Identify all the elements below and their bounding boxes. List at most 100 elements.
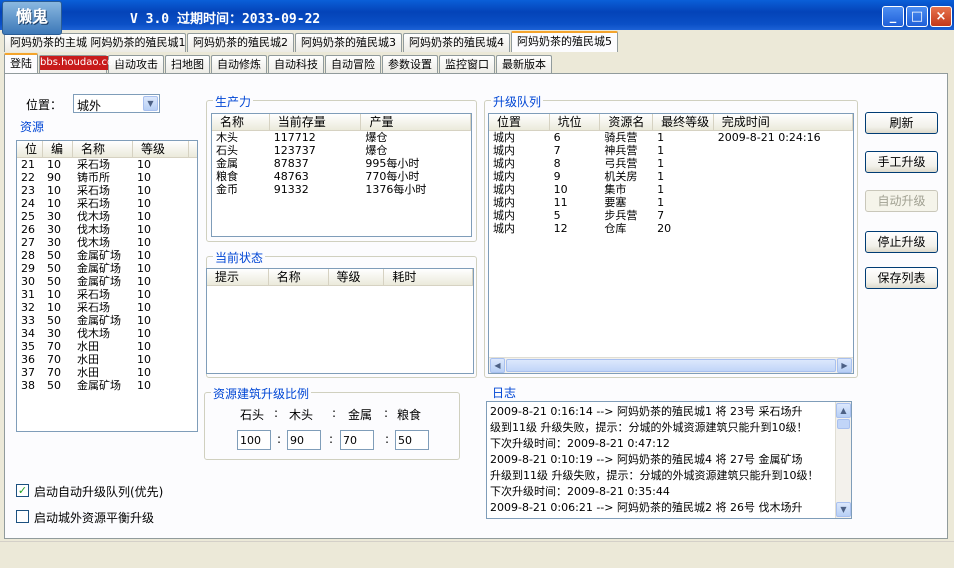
resource-row[interactable]: 21 10 采石场 10	[17, 158, 197, 171]
tab-colony-2[interactable]: 阿妈奶茶的殖民城2	[187, 33, 294, 52]
log-line: 2009-8-21 0:10:19 --> 阿妈奶茶的殖民城4 将 27号 金属…	[490, 453, 803, 466]
resource-row[interactable]: 23 10 采石场 10	[17, 184, 197, 197]
tab-auto-train[interactable]: 自动修炼	[211, 55, 267, 74]
log-scroll-thumb[interactable]	[837, 419, 850, 429]
ratio-label-food: 粮食	[397, 408, 422, 422]
close-button[interactable]: ×	[930, 6, 952, 27]
resource-row[interactable]: 27 30 伐木场 10	[17, 236, 197, 249]
resource-row[interactable]: 28 50 金属矿场 10	[17, 249, 197, 262]
resource-row[interactable]: 36 70 水田 10	[17, 353, 197, 366]
scroll-left-icon[interactable]: ◀	[490, 358, 505, 373]
queue-row[interactable]: 城内 6 骑兵营 1 2009-8-21 0:24:16	[489, 131, 853, 144]
watermark-link: bbs.houdao.com	[40, 56, 123, 70]
tab-main-city[interactable]: 阿妈奶茶的主城 阿妈奶茶的殖民城1	[4, 33, 186, 52]
scroll-down-icon[interactable]: ▼	[836, 502, 851, 517]
ratio-metal-input[interactable]	[340, 430, 374, 450]
ratio-label-metal: 金属	[348, 408, 373, 422]
auto-queue-label: 启动自动升级队列(优先)	[34, 485, 164, 499]
resource-row[interactable]: 26 30 伐木场 10	[17, 223, 197, 236]
tab-settings[interactable]: 参数设置	[382, 55, 438, 74]
production-row[interactable]: 金币 91332 1376每小时	[212, 183, 471, 196]
status-title: 当前状态	[213, 249, 266, 266]
log-line: 下次升级时间：2009-8-21 0:35:44	[490, 485, 670, 498]
chevron-down-icon[interactable]: ▼	[143, 96, 158, 111]
log-vscrollbar[interactable]: ▲ ▼	[835, 402, 851, 518]
production-row[interactable]: 石头 123737 爆仓	[212, 144, 471, 157]
tab-login[interactable]: 登陆	[4, 53, 38, 74]
queue-row[interactable]: 城内 12 仓库 20	[489, 222, 853, 235]
production-rows: 木头 117712 爆仓 石头 123737 爆仓 金属 87837 995每小时 粮食 48763…	[212, 131, 471, 196]
tab-scan-map[interactable]: 扫地图	[165, 55, 210, 74]
title-bar: V 3.0 过期时间：2033-09-22 _ □ ×	[0, 0, 954, 30]
resources-header: 位 编 名称 等级	[17, 141, 197, 158]
queue-title: 升级队列	[491, 93, 544, 110]
log-line: 2009-8-21 0:06:21 --> 阿妈奶茶的殖民城2 将 26号 伐木…	[490, 501, 803, 514]
tab-colony-5[interactable]: 阿妈奶茶的殖民城5	[511, 31, 618, 52]
production-list[interactable]: 名称 当前存量 产量 木头 117712 爆仓 石头 123737 爆仓 金属 87837 99…	[211, 113, 472, 237]
app-logo: 懒鬼	[2, 1, 62, 35]
log-textarea[interactable]: 2009-8-21 0:16:14 --> 阿妈奶茶的殖民城1 将 23号 采石…	[486, 401, 852, 519]
log-line: 2009-8-21 0:16:14 --> 阿妈奶茶的殖民城1 将 23号 采石…	[490, 405, 803, 418]
location-select[interactable]: 城外 ▼	[73, 94, 160, 113]
resource-row[interactable]: 25 30 伐木场 10	[17, 210, 197, 223]
resource-row[interactable]: 22 90 铸币所 10	[17, 171, 197, 184]
scroll-up-icon[interactable]: ▲	[836, 403, 851, 418]
queue-list[interactable]: 位置 坑位 资源名 最终等级 完成时间 城内 6 骑兵营 1 2009-8-21 0:2…	[488, 113, 854, 374]
manual-upgrade-button[interactable]: 手工升级	[865, 151, 938, 173]
log-title: 日志	[492, 386, 517, 400]
queue-row[interactable]: 城内 10 集市 1	[489, 183, 853, 196]
balance-label: 启动城外资源平衡升级	[34, 511, 155, 525]
maximize-button[interactable]: □	[906, 6, 928, 27]
status-bar	[0, 541, 954, 568]
log-line: 升级到11级 升级失败，提示：分城的外城资源建筑只能升到10级！	[490, 469, 819, 482]
minimize-button[interactable]: _	[882, 6, 904, 27]
queue-row[interactable]: 城内 11 要塞 1	[489, 196, 853, 209]
scroll-right-icon[interactable]: ▶	[837, 358, 852, 373]
ratio-food-input[interactable]	[395, 430, 429, 450]
resource-row[interactable]: 35 70 水田 10	[17, 340, 197, 353]
ratio-title: 资源建筑升级比例	[211, 385, 312, 402]
resources-list[interactable]: 位 编 名称 等级 21 10 采石场 10 22 90 铸币所 10 23 10 采石场 10 24 1…	[16, 140, 198, 432]
ratio-wood-input[interactable]	[287, 430, 321, 450]
balance-checkbox[interactable]	[16, 510, 29, 523]
queue-rows: 城内 6 骑兵营 1 2009-8-21 0:24:16 城内 7 神兵营 1 城内 8 弓兵营 1 城内…	[489, 131, 853, 235]
resource-row[interactable]: 29 50 金属矿场 10	[17, 262, 197, 275]
log-line: 下次升级时间：2009-8-21 0:47:12	[490, 437, 670, 450]
window-title: V 3.0 过期时间：2033-09-22	[130, 12, 321, 27]
status-list[interactable]: 提示 名称 等级 耗时	[206, 268, 474, 374]
tab-colony-3[interactable]: 阿妈奶茶的殖民城3	[295, 33, 402, 52]
stop-upgrade-button[interactable]: 停止升级	[865, 231, 938, 253]
resource-row[interactable]: 31 10 采石场 10	[17, 288, 197, 301]
location-label: 位置：	[26, 98, 63, 112]
auto-upgrade-button[interactable]: 自动升级	[865, 190, 938, 212]
resource-row[interactable]: 37 70 水田 10	[17, 366, 197, 379]
production-row[interactable]: 粮食 48763 770每小时	[212, 170, 471, 183]
queue-row[interactable]: 城内 5 步兵营 7	[489, 209, 853, 222]
queue-scroll-thumb[interactable]	[506, 359, 836, 372]
tab-colony-4[interactable]: 阿妈奶茶的殖民城4	[403, 33, 510, 52]
queue-hscrollbar[interactable]: ◀ ▶	[489, 357, 853, 373]
resource-row[interactable]: 24 10 采石场 10	[17, 197, 197, 210]
tab-auto-tech[interactable]: 自动科技	[268, 55, 324, 74]
log-line: 级到11级 升级失败，提示：分城的外城资源建筑只能升到10级！	[490, 421, 808, 434]
resource-row[interactable]: 34 30 伐木场 10	[17, 327, 197, 340]
resource-row[interactable]: 32 10 采石场 10	[17, 301, 197, 314]
tab-auto-adventure[interactable]: 自动冒险	[325, 55, 381, 74]
refresh-button[interactable]: 刷新	[865, 112, 938, 134]
queue-row[interactable]: 城内 8 弓兵营 1	[489, 157, 853, 170]
ratio-stone-input[interactable]	[237, 430, 271, 450]
production-title: 生产力	[213, 93, 254, 110]
resource-row[interactable]: 38 50 金属矿场 10	[17, 379, 197, 392]
resource-row[interactable]: 33 50 金属矿场 10	[17, 314, 197, 327]
resource-row[interactable]: 30 50 金属矿场 10	[17, 275, 197, 288]
resources-rows: 21 10 采石场 10 22 90 铸币所 10 23 10 采石场 10 24 10 采石场 10 25 30…	[17, 158, 197, 392]
queue-row[interactable]: 城内 7 神兵营 1	[489, 144, 853, 157]
save-list-button[interactable]: 保存列表	[865, 267, 938, 289]
production-row[interactable]: 木头 117712 爆仓	[212, 131, 471, 144]
auto-queue-checkbox[interactable]: ✓	[16, 484, 29, 497]
queue-row[interactable]: 城内 9 机关房 1	[489, 170, 853, 183]
production-row[interactable]: 金属 87837 995每小时	[212, 157, 471, 170]
tab-latest-version[interactable]: 最新版本	[496, 55, 552, 74]
tab-monitor[interactable]: 监控窗口	[439, 55, 495, 74]
ratio-label-stone: 石头	[240, 408, 265, 422]
